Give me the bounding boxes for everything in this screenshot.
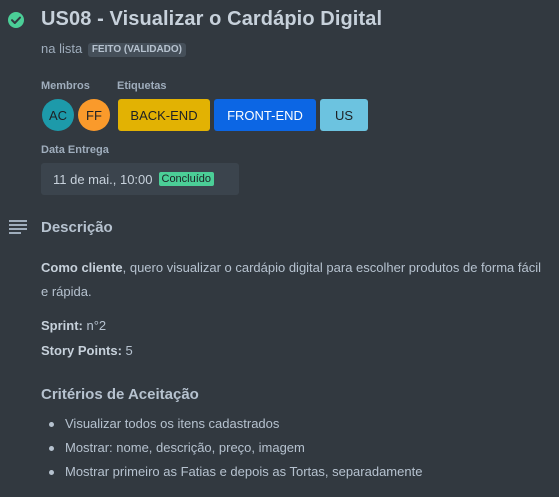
- bullet-icon: [49, 422, 54, 427]
- criteria-item-text: Mostrar primeiro as Fatias e depois as T…: [65, 464, 423, 479]
- story-points-value: 5: [121, 343, 133, 358]
- sprint-value: n°2: [82, 318, 107, 333]
- member-avatar-ac[interactable]: AC: [42, 99, 74, 131]
- labels-label: Etiquetas: [117, 80, 167, 92]
- description-heading: Descrição: [41, 219, 113, 236]
- list-info: na lista FEITO (VALIDADO): [41, 41, 187, 57]
- label-back-end[interactable]: BACK-END: [118, 99, 210, 131]
- list-name-badge[interactable]: FEITO (VALIDADO): [87, 43, 187, 57]
- label-us[interactable]: US: [320, 99, 368, 131]
- description-story-points: Story Points: 5: [41, 339, 551, 363]
- criteria-heading: Critérios de Aceitação: [41, 386, 199, 403]
- card-title[interactable]: US08 - Visualizar o Cardápio Digital: [41, 8, 382, 31]
- bullet-icon: [49, 470, 54, 475]
- description-icon: [9, 220, 27, 234]
- due-status-badge: Concluído: [158, 172, 215, 186]
- criteria-item-text: Mostrar: nome, descrição, preço, imagem: [65, 440, 305, 455]
- member-avatar-ff[interactable]: FF: [78, 99, 110, 131]
- description-sprint: Sprint: n°2: [41, 314, 551, 338]
- members-label: Membros: [41, 80, 90, 92]
- label-front-end[interactable]: FRONT-END: [214, 99, 316, 131]
- due-date-button[interactable]: 11 de mai., 10:00 Concluído: [41, 163, 239, 195]
- description-intro-bold: Como cliente: [41, 260, 123, 275]
- description-intro[interactable]: Como cliente, quero visualizar o cardápi…: [41, 256, 551, 304]
- bullet-icon: [49, 446, 54, 451]
- sprint-label: Sprint:: [41, 318, 83, 333]
- criteria-list: Visualizar todos os itens cadastrados Mo…: [46, 412, 422, 484]
- due-date-value: 11 de mai., 10:00: [53, 171, 153, 187]
- list-item: Mostrar primeiro as Fatias e depois as T…: [46, 460, 422, 484]
- list-prefix: na lista: [41, 41, 83, 56]
- story-points-label: Story Points:: [41, 343, 122, 358]
- list-item: Visualizar todos os itens cadastrados: [46, 412, 422, 436]
- list-item: Mostrar: nome, descrição, preço, imagem: [46, 436, 422, 460]
- criteria-item-text: Visualizar todos os itens cadastrados: [65, 416, 280, 431]
- check-circle-icon: [8, 12, 24, 28]
- due-date-label: Data Entrega: [41, 144, 109, 156]
